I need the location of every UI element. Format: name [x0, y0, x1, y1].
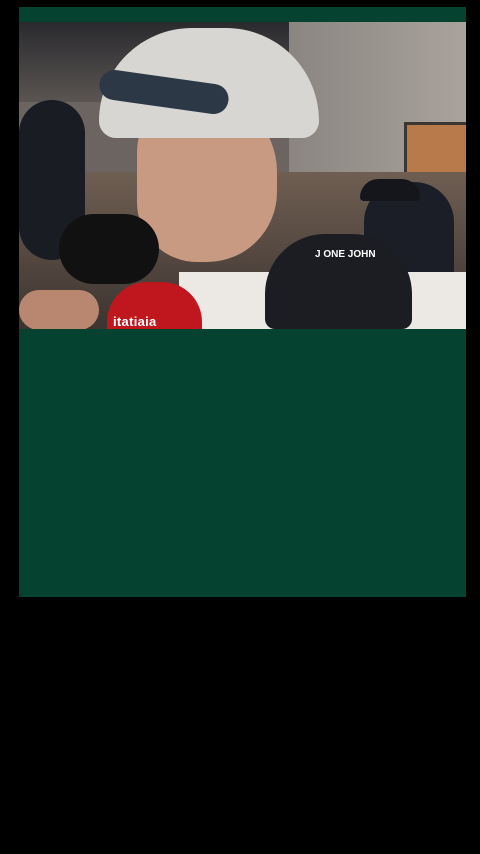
mic-brand-label: itatiaia — [113, 314, 157, 329]
hand — [19, 290, 99, 329]
video-frame[interactable]: itatiaia J ONE JOHN — [19, 22, 466, 329]
microphone-dark — [59, 214, 159, 284]
guard-cap — [360, 179, 420, 201]
mic-foam-label: J ONE JOHN — [315, 249, 376, 260]
